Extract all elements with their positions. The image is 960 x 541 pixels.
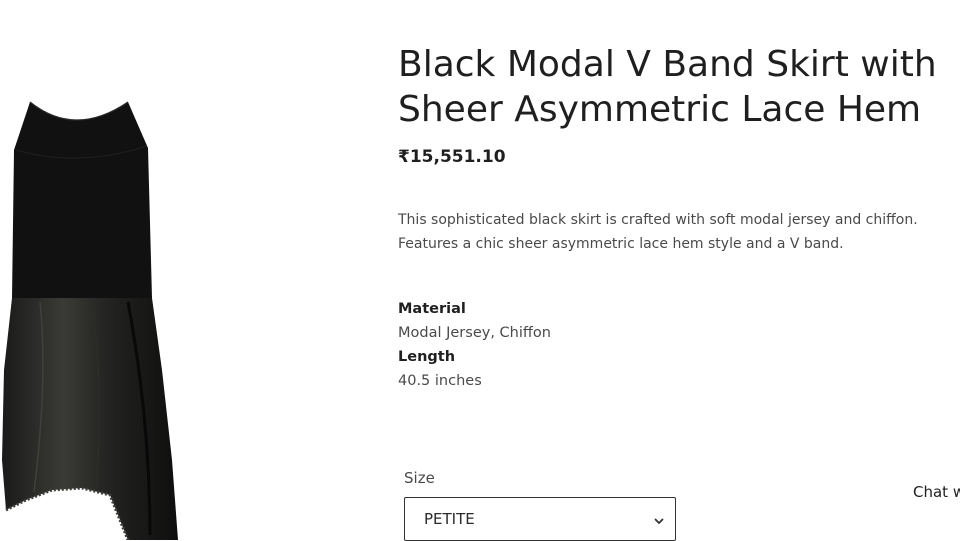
product-title-line-2: Sheer Asymmetric Lace Hem xyxy=(398,89,922,130)
spec-label-length: Length xyxy=(398,349,456,365)
size-selected-value: PETITE xyxy=(424,510,475,528)
spec-label-material: Material xyxy=(398,301,466,317)
chat-widget-button[interactable]: Chat w xyxy=(913,483,960,501)
skirt-image xyxy=(2,101,178,540)
chevron-down-icon xyxy=(653,512,665,524)
product-price: ₹15,551.10 xyxy=(398,147,506,167)
size-label: Size xyxy=(404,469,435,487)
spec-value-material: Modal Jersey, Chiffon xyxy=(398,325,551,341)
size-select[interactable]: PETITE xyxy=(404,497,676,541)
product-info: Black Modal V Band Skirt with Sheer Asym… xyxy=(398,0,960,541)
product-title: Black Modal V Band Skirt with Sheer Asym… xyxy=(398,42,960,132)
spec-value-length: 40.5 inches xyxy=(398,373,482,389)
product-title-line-1: Black Modal V Band Skirt with xyxy=(398,44,937,85)
product-image[interactable] xyxy=(0,40,290,540)
product-description: This sophisticated black skirt is crafte… xyxy=(398,212,918,252)
